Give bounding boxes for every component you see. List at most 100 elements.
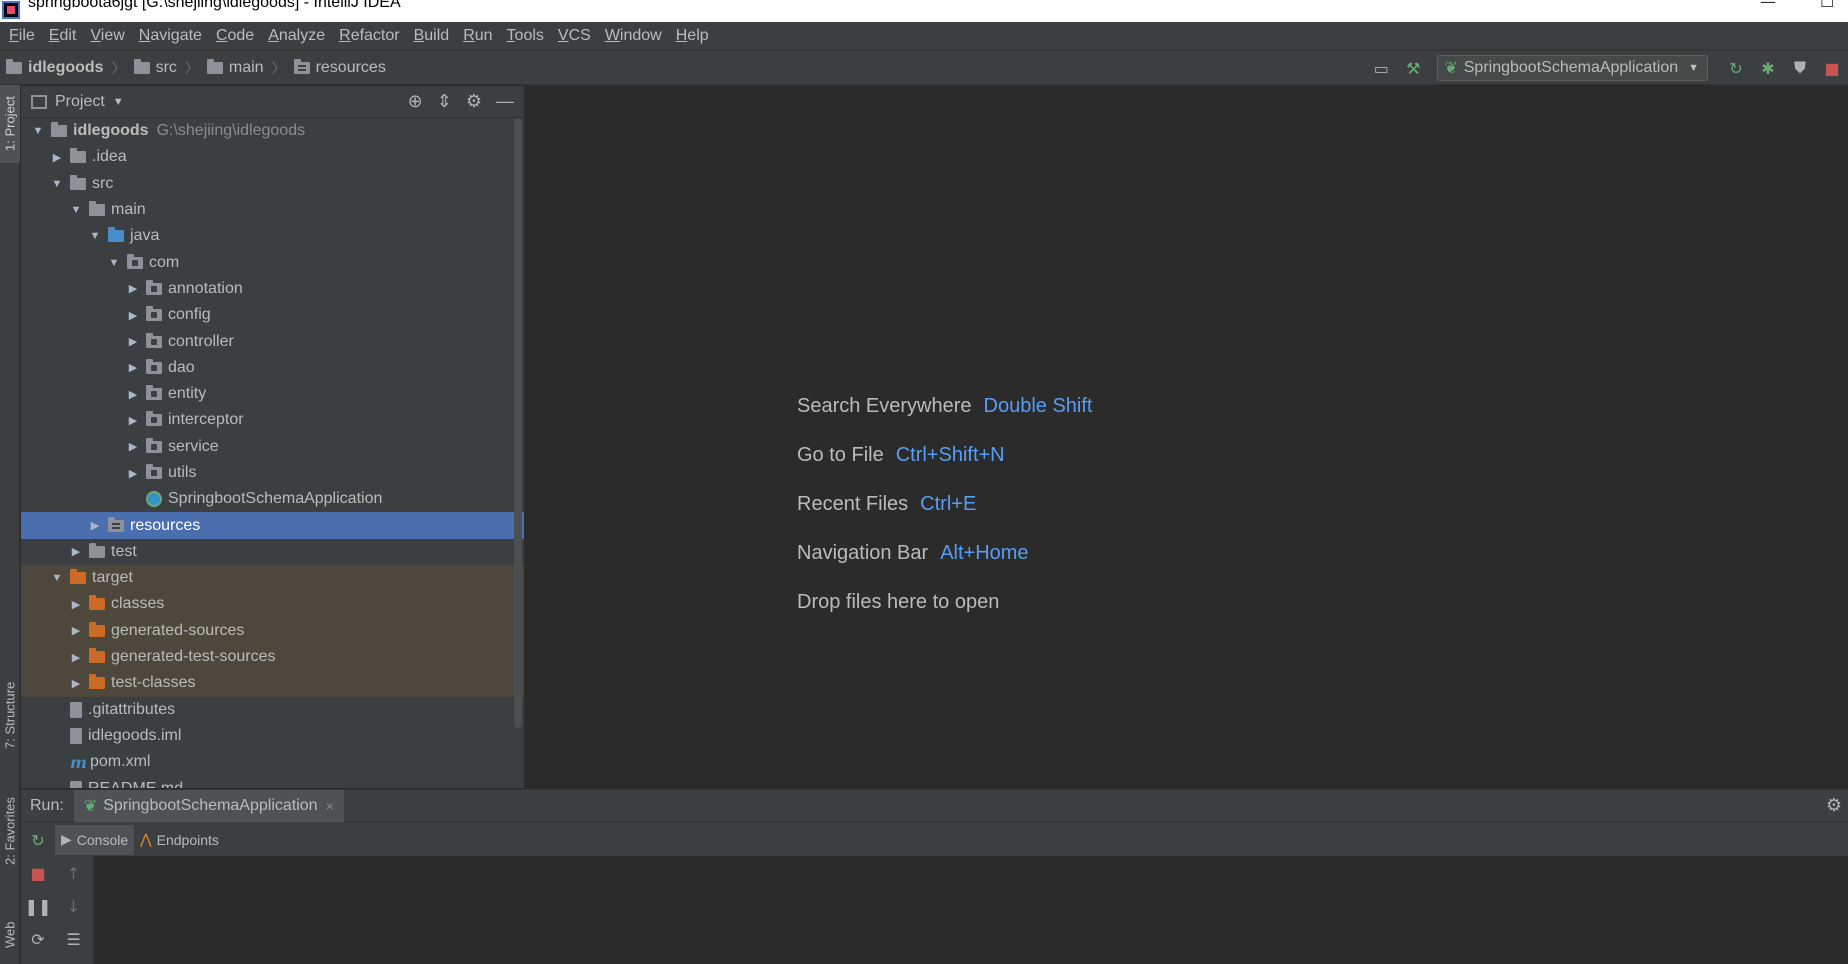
expanded-arrow-icon[interactable]: ▼ [48, 572, 66, 584]
menu-view[interactable]: View [83, 22, 131, 50]
collapsed-arrow-icon[interactable]: ▶ [124, 282, 142, 295]
collapsed-arrow-icon[interactable]: ▶ [48, 151, 66, 164]
gear-icon[interactable]: ⚙ [1826, 795, 1842, 816]
tree-item-config[interactable]: ▶ config [21, 302, 524, 328]
menu-code[interactable]: Code [209, 22, 261, 50]
tree-item-readme-md[interactable]: README.md [21, 775, 524, 788]
tree-item-target[interactable]: ▼ target [21, 565, 524, 592]
tree-item-java[interactable]: ▼ java [21, 223, 524, 249]
menu-run[interactable]: Run [456, 22, 499, 50]
project-view-select[interactable]: Project [55, 93, 105, 111]
tree-item-test-classes[interactable]: ▶ test-classes [21, 670, 524, 697]
collapsed-arrow-icon[interactable]: ▶ [124, 467, 142, 480]
tree-item-springbootschemaapplication[interactable]: SpringbootSchemaApplication [21, 486, 524, 512]
run-configuration-select[interactable]: ❦ SpringbootSchemaApplication ▼ [1437, 55, 1708, 81]
expanded-arrow-icon[interactable]: ▼ [105, 257, 123, 269]
tree-item-label: .idea [92, 148, 127, 166]
minimize-button[interactable]: — [1760, 0, 1776, 11]
tree-item-main[interactable]: ▼ main [21, 197, 524, 223]
breadcrumb-item-main[interactable]: main [206, 59, 264, 77]
locate-target-icon[interactable]: ⊕ [408, 91, 423, 112]
tree-item-entity[interactable]: ▶ entity [21, 381, 524, 407]
collapsed-arrow-icon[interactable]: ▶ [124, 388, 142, 401]
console-output[interactable] [94, 856, 1848, 964]
tree-item-interceptor[interactable]: ▶ interceptor [21, 407, 524, 433]
run-tab-springboot[interactable]: ❦ SpringbootSchemaApplication × [73, 789, 344, 822]
collapsed-arrow-icon[interactable]: ▶ [67, 677, 85, 690]
tree-item-generated-test-sources[interactable]: ▶ generated-test-sources [21, 643, 524, 671]
collapsed-arrow-icon[interactable]: ▶ [67, 545, 85, 558]
tree-item-idlegoods-iml[interactable]: idlegoods.iml [21, 723, 524, 749]
expanded-arrow-icon[interactable]: ▼ [48, 178, 66, 190]
tree-item-gitattributes[interactable]: .gitattributes [21, 697, 524, 723]
stop-icon[interactable]: ■ [30, 864, 45, 883]
collapsed-arrow-icon[interactable]: ▶ [86, 519, 104, 532]
restart-icon[interactable]: ⟳ [31, 930, 44, 949]
tab-console[interactable]: ▶ Console [55, 824, 135, 855]
hide-panel-icon[interactable]: — [496, 91, 514, 112]
tool-tab-project[interactable]: 1: Project [0, 85, 20, 163]
menu-window[interactable]: Window [598, 22, 669, 50]
collapsed-arrow-icon[interactable]: ▶ [67, 624, 85, 637]
tree-item-classes[interactable]: ▶ classes [21, 591, 524, 618]
tool-tab-structure[interactable]: 7: Structure [0, 667, 20, 763]
menu-build[interactable]: Build [407, 22, 457, 50]
tool-tab-favorites[interactable]: 2: Favorites [0, 785, 20, 877]
tree-item-generated-sources[interactable]: ▶ generated-sources [21, 617, 524, 644]
arrow-up-icon[interactable]: ↑ [67, 864, 80, 883]
expanded-arrow-icon[interactable]: ▼ [86, 230, 104, 242]
build-hammer-icon[interactable]: ⚒ [1403, 58, 1423, 78]
tree-item-pom-xml[interactable]: m pom.xml [21, 749, 524, 775]
tree-item-controller[interactable]: ▶ controller [21, 328, 524, 354]
tree-item-test[interactable]: ▶ test [21, 539, 524, 565]
menu-help[interactable]: Help [669, 22, 716, 50]
breadcrumb-item-src[interactable]: src [133, 59, 177, 77]
terminal-window-icon[interactable]: ▭ [1371, 58, 1391, 78]
collapsed-arrow-icon[interactable]: ▶ [124, 309, 142, 322]
rerun-icon[interactable]: ↻ [1726, 58, 1746, 78]
tree-item-idlegoods[interactable]: ▼ idlegoods G:\shejiing\idlegoods [21, 118, 524, 144]
collapsed-arrow-icon[interactable]: ▶ [67, 598, 85, 611]
close-icon[interactable]: × [326, 798, 334, 814]
tree-item-utils[interactable]: ▶ utils [21, 460, 524, 486]
maximize-button[interactable]: ☐ [1820, 0, 1834, 11]
breadcrumb-item-resources[interactable]: resources [293, 59, 386, 77]
menu-edit[interactable]: Edit [42, 22, 84, 50]
tree-item-idea[interactable]: ▶ .idea [21, 144, 524, 170]
pause-icon[interactable]: ❚❚ [25, 897, 52, 916]
tree-item-annotation[interactable]: ▶ annotation [21, 276, 524, 302]
menu-file[interactable]: File [2, 22, 42, 50]
arrow-down-icon[interactable]: ↓ [67, 897, 80, 916]
collapsed-arrow-icon[interactable]: ▶ [124, 414, 142, 427]
tool-tab-web[interactable]: Web [0, 911, 20, 959]
menu-tools[interactable]: Tools [500, 22, 551, 50]
tab-endpoints[interactable]: ⋀ Endpoints [134, 825, 225, 855]
collapsed-arrow-icon[interactable]: ▶ [124, 335, 142, 348]
menu-refactor[interactable]: Refactor [332, 22, 406, 50]
collapse-all-icon[interactable]: ⇕ [437, 91, 452, 112]
debug-bug-icon[interactable]: ✱ [1758, 58, 1778, 78]
tree-item-com[interactable]: ▼ com [21, 249, 524, 275]
collapsed-arrow-icon[interactable]: ▶ [67, 651, 85, 664]
rerun-icon[interactable]: ↻ [31, 831, 44, 850]
tree-item-src[interactable]: ▼ src [21, 171, 524, 197]
expanded-arrow-icon[interactable]: ▼ [29, 125, 47, 137]
tree-item-service[interactable]: ▶ service [21, 434, 524, 460]
expanded-arrow-icon[interactable]: ▼ [67, 204, 85, 216]
menu-navigate[interactable]: Navigate [132, 22, 209, 50]
collapsed-arrow-icon[interactable]: ▶ [124, 361, 142, 374]
gear-icon[interactable]: ⚙ [466, 91, 482, 112]
editor-empty-area[interactable]: Search Everywhere Double Shift Go to Fil… [525, 86, 1848, 788]
file-icon [70, 701, 82, 718]
chevron-down-icon[interactable]: ▼ [113, 96, 124, 108]
stop-icon[interactable]: ■ [1822, 58, 1842, 78]
tree-scrollbar[interactable] [514, 118, 522, 728]
collapsed-arrow-icon[interactable]: ▶ [124, 440, 142, 453]
soft-wrap-icon[interactable]: ☰ [66, 930, 80, 949]
menu-analyze[interactable]: Analyze [261, 22, 332, 50]
run-with-coverage-icon[interactable]: ⛊ [1790, 58, 1810, 78]
breadcrumb-item-project[interactable]: idlegoods [6, 59, 104, 77]
menu-vcs[interactable]: VCS [551, 22, 598, 50]
tree-item-dao[interactable]: ▶ dao [21, 355, 524, 381]
tree-item-resources[interactable]: ▶ resources [21, 512, 524, 539]
